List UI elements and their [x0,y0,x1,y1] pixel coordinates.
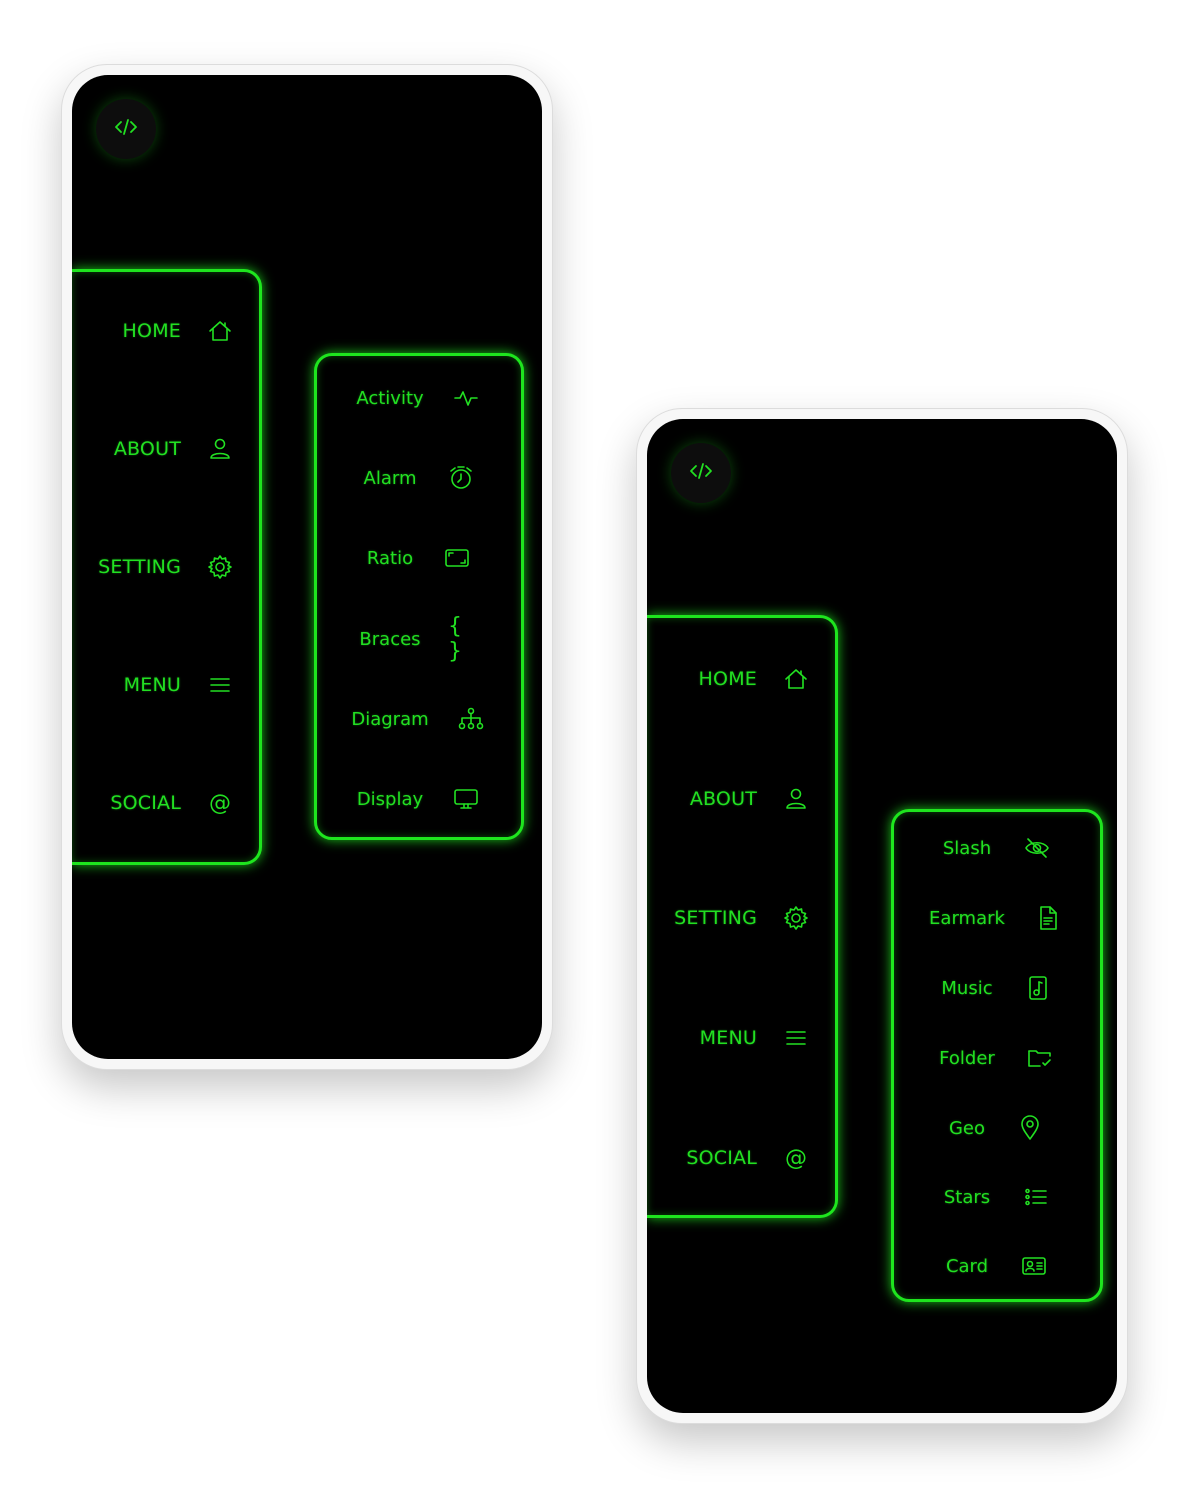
list-icon [781,1023,811,1053]
submenu-item-label: Display [356,788,424,810]
menu-item-label: HOME [698,668,757,690]
menu-item-social[interactable]: SOCIAL @ [647,1143,835,1173]
submenu-item-earmark[interactable]: Earmark [894,903,1100,933]
phone-left: HOME ABOUT SETTING MENU SOCIAL @ Activit… [61,64,553,1070]
menu-item-label: SETTING [98,556,181,578]
submenu-item-label: Card [945,1255,989,1277]
person-card-icon [1019,1251,1049,1281]
at-icon: @ [785,1145,807,1171]
submenu-item-alarm[interactable]: Alarm [317,463,521,493]
menu-item-label: SOCIAL [110,792,181,814]
submenu-item-ratio[interactable]: Ratio [317,543,521,573]
code-icon [111,112,141,146]
submenu-item-label: Ratio [366,547,414,569]
submenu-item-geo[interactable]: Geo [894,1113,1100,1143]
menu-item-label: SETTING [674,907,757,929]
home-icon [781,664,811,694]
main-menu-panel: HOME ABOUT SETTING MENU SOCIAL @ [72,269,262,865]
activity-icon [451,383,481,413]
menu-item-label: MENU [699,1027,757,1049]
submenu-item-label: Music [941,977,993,999]
submenu-item-folder[interactable]: Folder [894,1043,1100,1073]
submenu-item-label: Geo [948,1117,986,1139]
menu-item-label: HOME [122,320,181,342]
logo-button[interactable] [96,99,156,159]
user-icon [781,784,811,814]
braces-icon: { } [448,614,462,664]
menu-item-label: ABOUT [113,438,181,460]
menu-item-about[interactable]: ABOUT [72,434,259,464]
menu-item-setting[interactable]: SETTING [72,552,259,582]
submenu-item-activity[interactable]: Activity [317,383,521,413]
submenu-item-label: Stars [943,1186,991,1208]
submenu-item-label: Activity [356,387,424,409]
logo-button[interactable] [671,443,731,503]
submenu-item-label: Folder [939,1047,995,1069]
menu-item-label: ABOUT [689,788,757,810]
user-icon [205,434,235,464]
menu-item-social[interactable]: SOCIAL @ [72,788,259,818]
submenu-item-stars[interactable]: Stars [894,1182,1100,1212]
file-earmark-icon [1033,903,1063,933]
main-menu-panel: HOME ABOUT SETTING MENU SOCIAL @ [647,615,838,1218]
menu-item-home[interactable]: HOME [72,316,259,346]
code-icon [686,456,716,490]
submenu-item-diagram[interactable]: Diagram [317,704,521,734]
home-icon [205,316,235,346]
list-icon [205,670,235,700]
eye-slash-icon [1022,833,1052,863]
submenu-item-music[interactable]: Music [894,973,1100,1003]
submenu-item-display[interactable]: Display [317,784,521,814]
display-icon [451,784,481,814]
menu-item-label: SOCIAL [686,1147,757,1169]
submenu-item-label: Slash [942,837,992,859]
menu-item-home[interactable]: HOME [647,664,835,694]
submenu-item-label: Alarm [363,467,417,489]
submenu-item-slash[interactable]: Slash [894,833,1100,863]
submenu-item-braces[interactable]: Braces { } [317,614,521,664]
right-submenu-panel: Slash Earmark Music Folder Geo Stars Car… [891,809,1103,1302]
phone-right: HOME ABOUT SETTING MENU SOCIAL @ Slash E… [636,408,1128,1424]
menu-item-about[interactable]: ABOUT [647,784,835,814]
screen-left: HOME ABOUT SETTING MENU SOCIAL @ Activit… [72,75,542,1059]
at-icon: @ [209,790,231,816]
folder-check-icon [1025,1043,1055,1073]
submenu-item-label: Braces [359,628,421,650]
diagram-icon [456,704,486,734]
alarm-icon [446,463,476,493]
submenu-item-label: Diagram [351,708,429,730]
menu-item-menu[interactable]: MENU [647,1023,835,1053]
submenu-item-card[interactable]: Card [894,1251,1100,1281]
aspect-ratio-icon [442,543,472,573]
gear-icon [205,552,235,582]
music-file-icon [1023,973,1053,1003]
menu-item-label: MENU [123,674,181,696]
menu-item-menu[interactable]: MENU [72,670,259,700]
left-submenu-panel: Activity Alarm Ratio Braces {} Diagram … [314,353,524,840]
submenu-item-label: Earmark [929,907,1005,929]
menu-item-setting[interactable]: SETTING [647,903,835,933]
geo-pin-icon [1015,1113,1045,1143]
star-list-icon [1021,1182,1051,1212]
screen-right: HOME ABOUT SETTING MENU SOCIAL @ Slash E… [647,419,1117,1413]
gear-icon [781,903,811,933]
